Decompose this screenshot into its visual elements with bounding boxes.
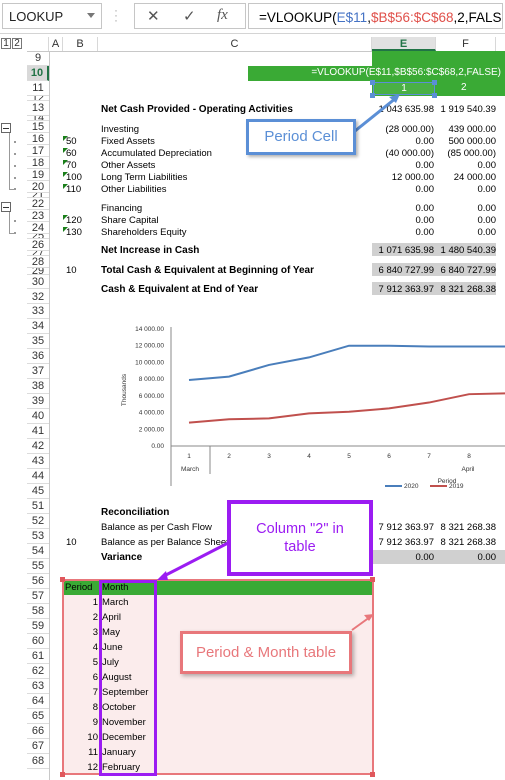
column2-arrow: [161, 541, 229, 579]
arrow-head-icon: [157, 571, 168, 580]
period-cell-arrow: [354, 96, 397, 133]
period-cell-callout: Period Cell: [246, 119, 356, 155]
column2-callout: Column "2" in table: [227, 500, 373, 576]
period-month-table-callout: Period & Month table: [180, 631, 352, 674]
